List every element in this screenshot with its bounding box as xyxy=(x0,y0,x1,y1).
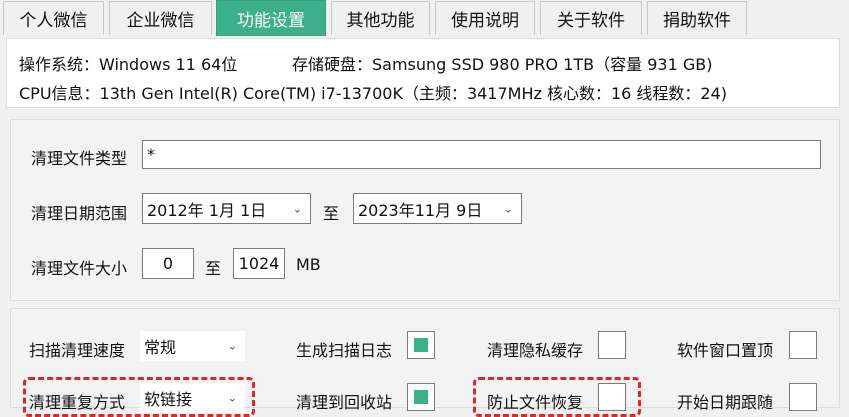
tab-other-functions[interactable]: 其他功能 xyxy=(331,1,430,35)
file-type-input[interactable] xyxy=(142,140,821,169)
options-group: 扫描清理速度 常规 ⌄ 生成扫描日志 清理隐私缓存 软件窗口置顶 清理重复方式 … xyxy=(10,308,840,417)
size-max-value: 1024 xyxy=(238,254,280,273)
privacy-cache-checkbox[interactable] xyxy=(598,331,626,359)
tab-function-settings[interactable]: 功能设置 xyxy=(216,0,326,36)
file-size-label: 清理文件大小 xyxy=(31,259,128,278)
date-follow-label: 开始日期跟随 xyxy=(677,393,774,412)
tab-bar: 个人微信 企业微信 功能设置 其他功能 使用说明 关于软件 捐助软件 xyxy=(0,0,849,38)
date-to-value: 2023年11月 9日 xyxy=(358,200,483,220)
scan-log-label: 生成扫描日志 xyxy=(296,341,393,360)
recycle-bin-checkbox[interactable] xyxy=(407,383,435,411)
disk-info: 存储硬盘：Samsung SSD 980 PRO 1TB（容量 931 GB) xyxy=(292,55,713,74)
size-range-separator: 至 xyxy=(205,259,222,278)
filter-group: 清理文件类型 清理日期范围 2012年 1月 1日 ⌄ 至 2023年11月 9… xyxy=(10,119,840,301)
file-type-label: 清理文件类型 xyxy=(31,149,128,168)
date-follow-checkbox[interactable] xyxy=(789,383,817,411)
check-mark-icon xyxy=(414,338,428,352)
tab-enterprise-wechat[interactable]: 企业微信 xyxy=(109,1,212,35)
os-info: 操作系统：Windows 11 64位 xyxy=(19,55,238,74)
scan-speed-label: 扫描清理速度 xyxy=(29,341,126,360)
date-from-value: 2012年 1月 1日 xyxy=(147,200,267,220)
tab-personal-wechat[interactable]: 个人微信 xyxy=(3,1,104,35)
window-top-label: 软件窗口置顶 xyxy=(677,341,774,360)
scan-log-checkbox[interactable] xyxy=(407,331,435,359)
window-top-checkbox[interactable] xyxy=(789,331,817,359)
date-from-picker[interactable]: 2012年 1月 1日 ⌄ xyxy=(142,193,311,224)
chevron-down-icon: ⌄ xyxy=(503,202,513,215)
size-min-value: 0 xyxy=(162,254,174,273)
size-unit: MB xyxy=(296,255,321,274)
size-min-input[interactable]: 0 xyxy=(142,248,194,279)
system-info-panel: 操作系统：Windows 11 64位 存储硬盘：Samsung SSD 980… xyxy=(6,38,840,108)
size-max-input[interactable]: 1024 xyxy=(233,248,285,279)
chevron-down-icon: ⌄ xyxy=(227,339,237,353)
tab-about[interactable]: 关于软件 xyxy=(540,1,642,35)
date-range-separator: 至 xyxy=(323,204,340,223)
date-range-label: 清理日期范围 xyxy=(31,204,128,223)
scan-speed-select[interactable]: 常规 ⌄ xyxy=(140,331,245,361)
check-mark-icon xyxy=(414,390,428,404)
highlight-box-prevent-recovery xyxy=(473,377,641,417)
privacy-cache-label: 清理隐私缓存 xyxy=(487,341,584,360)
tab-donate[interactable]: 捐助软件 xyxy=(647,1,747,35)
cpu-info: CPU信息：13th Gen Intel(R) Core(TM) i7-1370… xyxy=(19,84,728,103)
highlight-box-duplicate-mode xyxy=(23,377,255,417)
chevron-down-icon: ⌄ xyxy=(292,202,302,215)
tab-instructions[interactable]: 使用说明 xyxy=(435,1,535,35)
scan-speed-value: 常规 xyxy=(144,338,177,357)
date-to-picker[interactable]: 2023年11月 9日 ⌄ xyxy=(353,193,522,224)
recycle-bin-label: 清理到回收站 xyxy=(296,393,393,412)
